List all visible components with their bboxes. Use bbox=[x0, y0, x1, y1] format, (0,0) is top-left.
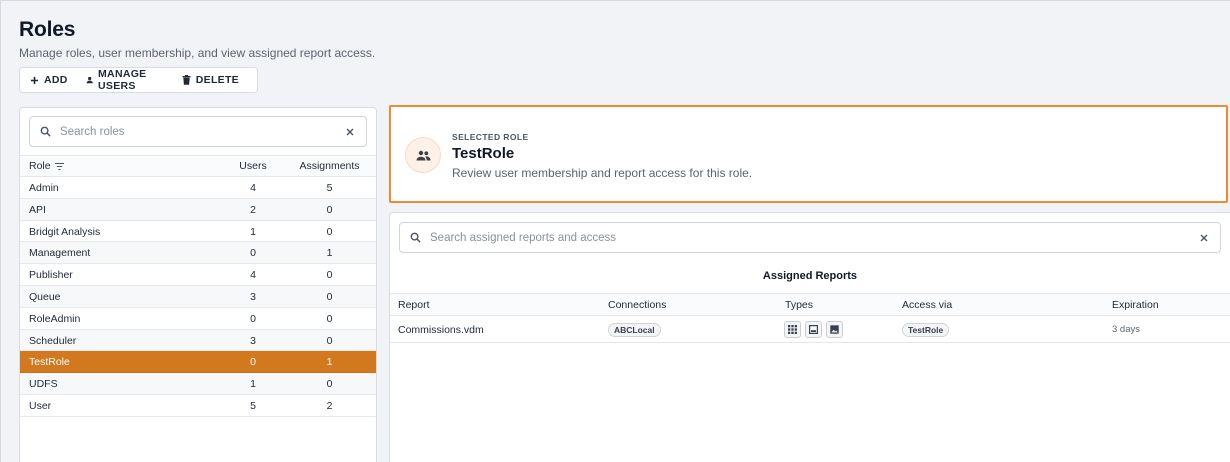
table-row[interactable]: RoleAdmin 0 0 bbox=[20, 308, 376, 330]
selected-role-eyebrow: SELECTED ROLE bbox=[452, 132, 529, 142]
role-name: API bbox=[29, 203, 46, 216]
table-row[interactable]: Admin 4 5 bbox=[20, 177, 376, 199]
toolbar: ADD MANAGE USERS DELETE bbox=[19, 67, 258, 93]
role-name: Publisher bbox=[29, 269, 73, 282]
role-assignments-count: 0 bbox=[326, 334, 333, 347]
trash-icon bbox=[182, 75, 191, 85]
manage-users-button-label: MANAGE USERS bbox=[98, 68, 147, 92]
role-users-count: 0 bbox=[250, 356, 256, 369]
role-users-count: 2 bbox=[250, 203, 256, 216]
grid-icon[interactable] bbox=[784, 321, 801, 338]
role-assignments-count: 0 bbox=[326, 378, 333, 391]
table-row[interactable]: Publisher 4 0 bbox=[20, 264, 376, 286]
dashboard-icon[interactable] bbox=[805, 321, 822, 338]
role-users-count: 4 bbox=[250, 269, 256, 282]
assigned-reports-panel: Assigned Reports Report Connections Type… bbox=[389, 212, 1230, 462]
role-assignments-count: 0 bbox=[326, 290, 333, 303]
table-row[interactable]: UDFS 1 0 bbox=[20, 373, 376, 395]
assignments-column-header[interactable]: Assignments bbox=[292, 160, 367, 172]
role-assignments-count: 0 bbox=[326, 269, 333, 282]
role-users-count: 3 bbox=[250, 334, 256, 347]
selected-role-card: SELECTED ROLE TestRole Review user membe… bbox=[389, 105, 1228, 203]
connection-chip: ABCLocal bbox=[608, 323, 661, 337]
clear-search-icon[interactable] bbox=[1200, 234, 1208, 242]
table-row[interactable]: TestRole 0 1 bbox=[20, 351, 376, 374]
report-column-header[interactable]: Report bbox=[398, 299, 430, 311]
roles-table-header: Role Users Assignments bbox=[20, 155, 376, 177]
image-icon[interactable] bbox=[826, 321, 843, 338]
page-title: Roles bbox=[19, 18, 76, 41]
role-assignments-count: 5 bbox=[326, 182, 333, 194]
table-row[interactable]: API 2 0 bbox=[20, 198, 376, 221]
role-name: Bridgit Analysis bbox=[29, 225, 101, 238]
selected-role-description: Review user membership and report access… bbox=[452, 166, 753, 180]
role-name: Admin bbox=[29, 182, 59, 194]
table-row[interactable]: Management 0 1 bbox=[20, 242, 376, 265]
roles-panel: Role Users Assignments Admin45API20Bridg… bbox=[19, 107, 377, 462]
role-users-count: 1 bbox=[250, 378, 256, 391]
users-column-header[interactable]: Users bbox=[220, 160, 286, 172]
role-name: RoleAdmin bbox=[29, 312, 81, 325]
role-users-count: 3 bbox=[250, 290, 256, 303]
clear-search-icon[interactable] bbox=[346, 128, 354, 136]
role-name: UDFS bbox=[29, 378, 58, 391]
table-row[interactable]: Commissions.vdm ABCLocal TestRole 3 days bbox=[390, 316, 1230, 343]
add-button[interactable]: ADD bbox=[30, 74, 68, 86]
table-row[interactable]: Queue 3 0 bbox=[20, 285, 376, 308]
expiration-column-header[interactable]: Expiration bbox=[1112, 299, 1159, 311]
assigned-reports-title: Assigned Reports bbox=[762, 270, 858, 282]
table-row[interactable]: Bridgit Analysis 1 0 bbox=[20, 221, 376, 243]
role-name: Queue bbox=[29, 290, 61, 303]
role-column-header[interactable]: Role bbox=[29, 160, 64, 172]
selected-role-name: TestRole bbox=[452, 145, 515, 162]
role-users-count: 5 bbox=[250, 399, 256, 412]
manage-users-button[interactable]: MANAGE USERS bbox=[86, 68, 164, 92]
plus-icon bbox=[30, 76, 39, 84]
access-via-chip: TestRole bbox=[902, 323, 950, 337]
add-button-label: ADD bbox=[44, 74, 68, 86]
role-assignments-count: 0 bbox=[326, 203, 333, 216]
role-assignments-count: 1 bbox=[326, 247, 333, 260]
person-icon bbox=[86, 76, 93, 84]
delete-button-label: DELETE bbox=[195, 74, 239, 86]
table-row[interactable]: Scheduler 3 0 bbox=[20, 329, 376, 352]
search-icon bbox=[410, 232, 421, 243]
table-row[interactable]: User 5 2 bbox=[20, 395, 376, 417]
roles-search-box bbox=[29, 116, 367, 147]
role-users-count: 4 bbox=[250, 182, 256, 194]
role-name: TestRole bbox=[29, 356, 70, 369]
group-icon bbox=[405, 137, 441, 173]
type-icons bbox=[784, 321, 843, 338]
page-subtitle: Manage roles, user membership, and view … bbox=[19, 46, 376, 60]
role-users-count: 0 bbox=[250, 312, 256, 325]
role-assignments-count: 2 bbox=[326, 399, 333, 412]
report-name[interactable]: Commissions.vdm bbox=[398, 324, 484, 336]
role-name: Scheduler bbox=[29, 334, 77, 347]
filter-icon[interactable] bbox=[54, 162, 64, 170]
role-assignments-count: 1 bbox=[326, 356, 333, 369]
expiration-value: 3 days bbox=[1112, 324, 1140, 335]
reports-table-header: Report Connections Types Access via Expi… bbox=[390, 293, 1230, 316]
connections-column-header[interactable]: Connections bbox=[608, 299, 666, 311]
roles-list: Admin 4 5 API 2 0 Bridgit Analysis 1 0 Management… bbox=[20, 177, 376, 417]
access-via-column-header[interactable]: Access via bbox=[902, 299, 952, 311]
delete-button[interactable]: DELETE bbox=[182, 74, 239, 86]
roles-search-input[interactable] bbox=[60, 125, 346, 138]
role-name: User bbox=[29, 399, 52, 412]
role-name: Management bbox=[29, 247, 91, 260]
reports-search-input[interactable] bbox=[430, 231, 1200, 244]
types-column-header[interactable]: Types bbox=[785, 299, 813, 311]
reports-search-box bbox=[399, 222, 1221, 253]
role-assignments-count: 0 bbox=[326, 225, 333, 238]
role-users-count: 0 bbox=[250, 247, 256, 260]
search-icon bbox=[40, 126, 51, 137]
role-users-count: 1 bbox=[250, 225, 256, 238]
role-assignments-count: 0 bbox=[326, 312, 333, 325]
